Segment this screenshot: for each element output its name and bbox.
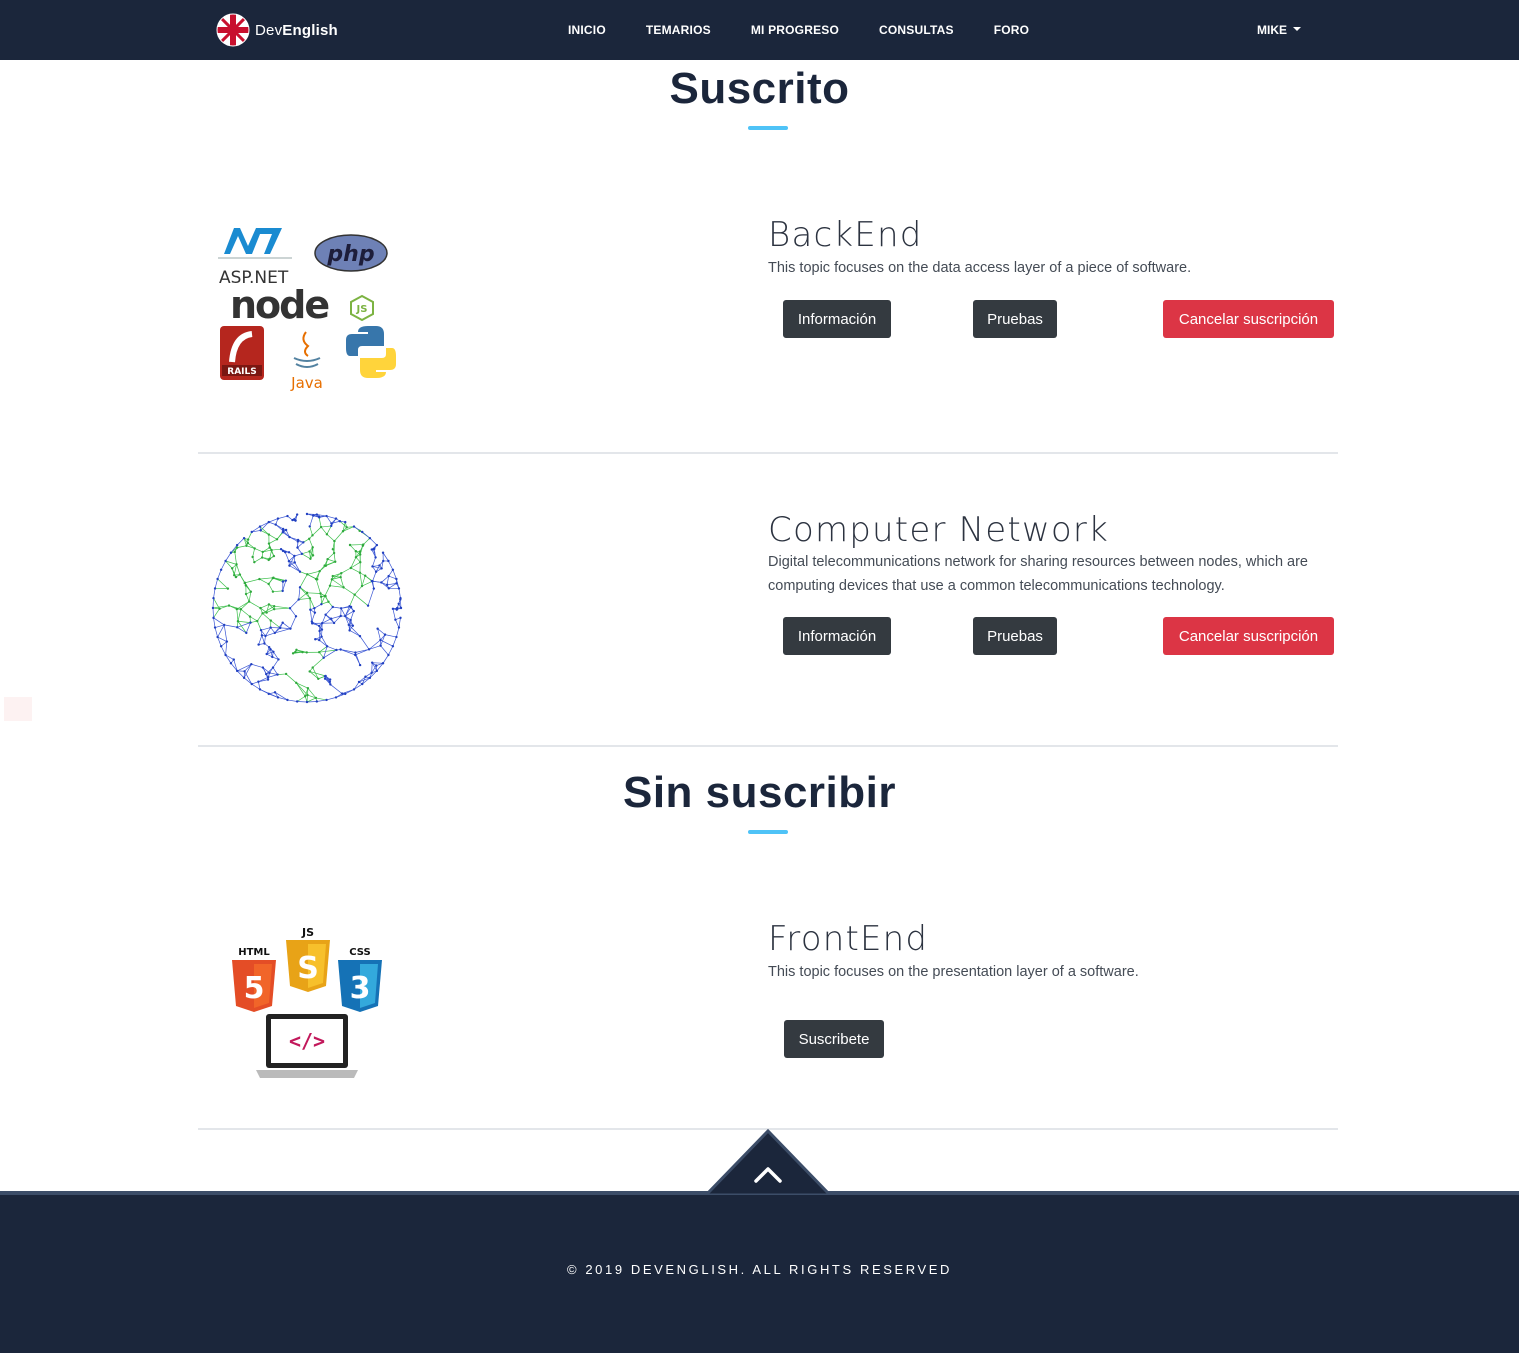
code-symbol: </> [289,1029,325,1053]
nodejs-label: JS [356,304,368,315]
nav-link-consultas[interactable]: CONSULTAS [859,23,974,37]
user-name: MIKE [1257,23,1287,37]
topic-title-frontend: FrontEnd [768,919,929,959]
brand-name: DevEnglish [255,21,338,39]
subscribed-heading: Suscrito [669,64,850,113]
node-label: node [230,283,328,327]
topic-title-backend: BackEnd [768,215,923,255]
topic-description-backend: This topic focuses on the data access la… [768,260,1192,276]
navbar: DevEnglish INICIO TEMARIOS MI PROGRESO C… [0,0,1519,60]
js-number: S [297,951,319,986]
tests-button-computer-network[interactable]: Pruebas [973,617,1057,655]
html-label: HTML [238,947,270,958]
java-label: Java [290,374,323,392]
nav-link-inicio[interactable]: INICIO [548,23,626,37]
subscribe-button-frontend[interactable]: Suscribete [784,1020,884,1058]
backend-technologies-image: ASP.NET php node JS RAILS Java [218,228,396,392]
php-label: php [326,242,374,267]
divider [198,452,1338,454]
heading-underline [748,830,788,834]
frontend-technologies-image: JS HTML CSS 5 S 3 </> [232,926,382,1078]
info-button-computer-network[interactable]: Información [783,617,891,655]
info-button-backend[interactable]: Información [783,300,891,338]
cancel-subscription-button-computer-network[interactable]: Cancelar suscripción [1163,617,1334,655]
tests-button-backend[interactable]: Pruebas [973,300,1057,338]
nav-link-temarios[interactable]: TEMARIOS [626,23,731,37]
rails-label: RAILS [227,367,256,377]
scroll-to-top-button[interactable] [706,1129,830,1195]
cancel-subscription-button-backend[interactable]: Cancelar suscripción [1163,300,1334,338]
nav-link-foro[interactable]: FORO [974,23,1049,37]
uk-flag-icon [216,13,250,47]
nav-link-mi-progreso[interactable]: MI PROGRESO [731,23,859,37]
html5-number: 5 [244,971,265,1006]
unsubscribed-heading: Sin suscribir [622,768,897,817]
side-badge [4,697,32,721]
footer-copyright: © 2019 DEVENGLISH. ALL RIGHTS RESERVED [566,1262,953,1277]
user-menu-dropdown[interactable]: MIKE [1257,0,1301,60]
topic-description-frontend: This topic focuses on the presentation l… [768,964,1139,980]
heading-underline [748,126,788,130]
caret-down-icon [1293,27,1301,31]
brand-logo[interactable]: DevEnglish [216,13,338,47]
computer-network-globe-image [211,512,403,704]
topic-title-computer-network: Computer Network [768,510,1109,550]
js-label: JS [301,926,314,939]
css3-number: 3 [350,971,371,1006]
main-nav: INICIO TEMARIOS MI PROGRESO CONSULTAS FO… [548,0,1049,60]
divider [198,745,1338,747]
topic-description-computer-network: Digital telecommunications network for s… [768,554,1308,594]
css-label: CSS [349,947,370,958]
